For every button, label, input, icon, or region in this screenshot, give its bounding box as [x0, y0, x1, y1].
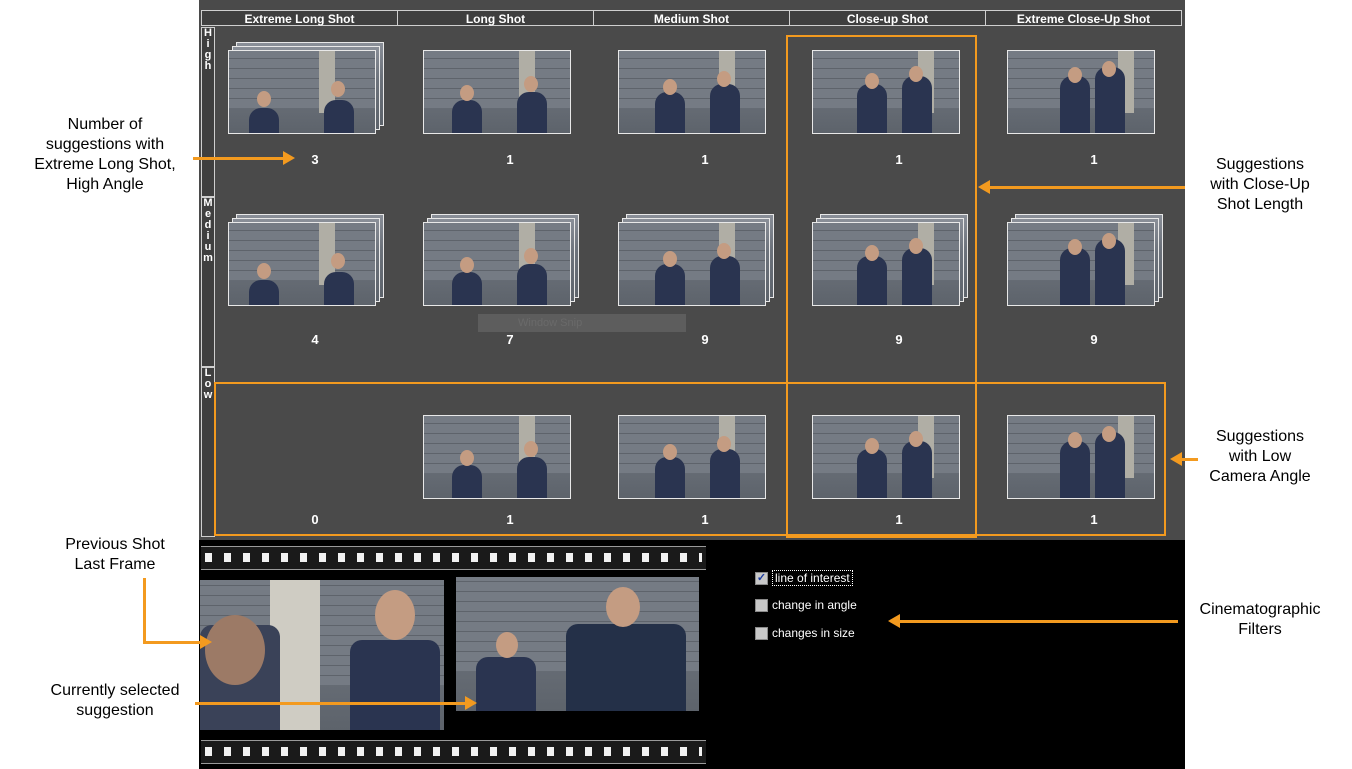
filmstrip-bottom [201, 740, 706, 764]
annotation-arrow [143, 641, 203, 644]
suggestion-count: 9 [701, 332, 709, 347]
column-header-extreme-long-shot[interactable]: Extreme Long Shot [201, 10, 398, 26]
low-row-highlight [214, 382, 1166, 536]
arrow-right-icon [465, 696, 477, 710]
suggestion-count: 4 [311, 332, 319, 347]
filter-changes-in-size[interactable]: changes in size [755, 626, 855, 640]
thumbnail-frame [1007, 222, 1155, 306]
thumbnail-frame [423, 222, 571, 306]
annotation-previous-shot: Previous Shot Last Frame [65, 536, 165, 573]
thumbnail-frame [423, 50, 571, 134]
column-header-medium-shot[interactable]: Medium Shot [593, 10, 790, 26]
column-header-long-shot[interactable]: Long Shot [397, 10, 594, 26]
arrow-right-icon [283, 151, 295, 165]
annotation-arrow [143, 578, 146, 644]
checkbox-unchecked-icon[interactable] [755, 626, 768, 640]
filter-line-of-interest[interactable]: ✓ line of interest [755, 570, 853, 586]
arrow-left-icon [888, 614, 900, 628]
annotation-arrow [193, 157, 283, 160]
thumbnail-frame [228, 222, 376, 306]
annotation-arrow [990, 186, 1185, 189]
filmstrip-top [201, 546, 706, 570]
filter-change-in-angle[interactable]: change in angle [755, 598, 857, 612]
filter-label: line of interest [772, 570, 853, 586]
arrow-right-icon [200, 635, 212, 649]
row-header-letter: h [204, 60, 212, 72]
window-snip-overlay: Window Snip [478, 314, 686, 332]
arrow-left-icon [978, 180, 990, 194]
row-header-letter: w [203, 389, 213, 401]
filter-label: changes in size [772, 626, 855, 640]
annotation-arrow [900, 620, 1178, 623]
annotation-closeup: Suggestions with Close-Up Shot Length [1210, 156, 1310, 213]
row-header-letter: m [203, 252, 213, 264]
suggestion-count: 9 [1090, 332, 1098, 347]
thumbnail-frame [618, 50, 766, 134]
column-header-close-up-shot[interactable]: Close-up Shot [789, 10, 986, 26]
row-header-low[interactable]: Low [201, 367, 215, 537]
suggestion-count: 7 [506, 332, 514, 347]
suggestion-count: 1 [701, 152, 709, 167]
thumbnail-frame [618, 222, 766, 306]
annotation-extreme-long-high: Number of suggestions with Extreme Long Sh… [34, 116, 176, 193]
annotation-filters: Cinematographic Filters [1199, 601, 1321, 638]
checkbox-checked-icon[interactable]: ✓ [755, 571, 768, 585]
thumbnail-frame [1007, 50, 1155, 134]
previous-shot-last-frame [200, 580, 444, 730]
column-headers: Extreme Long Shot Long Shot Medium Shot … [201, 10, 1182, 26]
suggestion-count: 1 [1090, 152, 1098, 167]
column-header-extreme-close-up-shot[interactable]: Extreme Close-Up Shot [985, 10, 1182, 26]
annotation-low-angle: Suggestions with Low Camera Angle [1209, 428, 1311, 485]
annotation-current-selection: Currently selected suggestion [50, 682, 180, 719]
currently-selected-suggestion-frame[interactable] [456, 577, 699, 727]
arrow-left-icon [1170, 452, 1182, 466]
annotation-arrow [1182, 458, 1198, 461]
annotation-arrow [195, 702, 465, 705]
checkbox-unchecked-icon[interactable] [755, 598, 768, 612]
filter-label: change in angle [772, 598, 857, 612]
row-header-medium[interactable]: Medium [201, 197, 215, 367]
thumbnail-frame [228, 50, 376, 134]
row-header-high[interactable]: High [201, 27, 215, 197]
suggestion-count: 1 [506, 152, 514, 167]
